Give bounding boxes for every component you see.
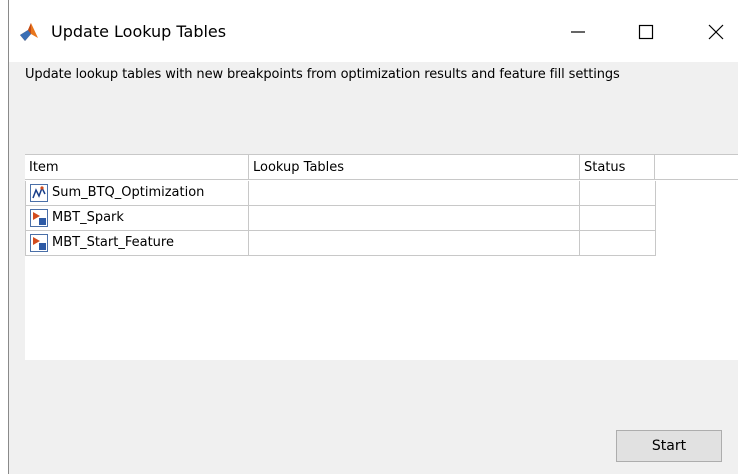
lookup-tables-cell[interactable] (249, 181, 580, 205)
table-row[interactable]: MBT_Start_Feature (25, 231, 656, 256)
column-header-status[interactable]: Status (580, 155, 655, 180)
optimization-icon (30, 184, 48, 202)
minimize-icon (571, 31, 585, 33)
maximize-button[interactable] (623, 12, 669, 52)
description-text: Update lookup tables with new breakpoint… (25, 67, 620, 82)
model-icon (30, 234, 48, 252)
window-title: Update Lookup Tables (51, 22, 227, 41)
column-header-lookup-tables[interactable]: Lookup Tables (249, 155, 580, 180)
title-bar[interactable]: Update Lookup Tables (9, 0, 738, 62)
item-name: Sum_BTQ_Optimization (52, 185, 205, 200)
maximize-icon (638, 24, 654, 40)
close-button[interactable] (693, 12, 738, 52)
start-button[interactable]: Start (616, 430, 722, 462)
status-cell (580, 206, 656, 230)
lookup-tables-cell[interactable] (249, 231, 580, 255)
minimize-button[interactable] (555, 12, 601, 52)
item-cell[interactable]: MBT_Spark (25, 206, 249, 230)
item-name: MBT_Spark (52, 210, 124, 225)
item-cell[interactable]: MBT_Start_Feature (25, 231, 249, 255)
matlab-membrane-icon (20, 23, 38, 41)
table-header: Item Lookup Tables Status (25, 154, 738, 180)
column-header-item[interactable]: Item (25, 155, 249, 180)
item-name: MBT_Start_Feature (52, 235, 174, 250)
model-icon (30, 209, 48, 227)
status-cell (580, 231, 656, 255)
table-row[interactable]: MBT_Spark (25, 206, 656, 231)
close-icon (708, 24, 724, 40)
lookup-tables-cell[interactable] (249, 206, 580, 230)
column-header-blank (655, 155, 738, 180)
status-cell (580, 181, 656, 205)
dialog-window: Update Lookup Tables Update lookup table… (8, 0, 738, 474)
table-row[interactable]: Sum_BTQ_Optimization (25, 181, 656, 206)
item-cell[interactable]: Sum_BTQ_Optimization (25, 181, 249, 205)
lookup-table-panel: Item Lookup Tables Status Sum_BTQ_Optimi… (25, 154, 738, 360)
